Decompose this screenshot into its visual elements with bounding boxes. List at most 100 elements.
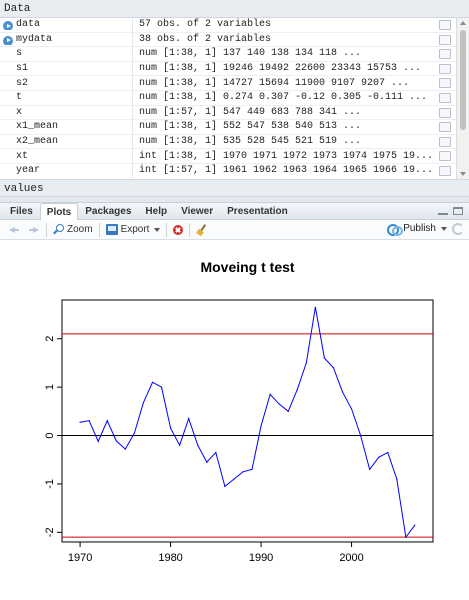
- variable-value: num [1:38, 1] 19246 19492 22600 23343 15…: [132, 61, 432, 76]
- environment-row[interactable]: mydata 38 obs. of 2 variables: [0, 32, 469, 48]
- x-tick-label: 1990: [249, 552, 273, 564]
- data-point: [260, 425, 262, 427]
- data-point: [88, 420, 90, 422]
- tab-packages[interactable]: Packages: [78, 202, 138, 219]
- variable-value: 38 obs. of 2 variables: [132, 32, 432, 47]
- data-point: [378, 456, 380, 458]
- variable-name-text: x1_mean: [16, 121, 59, 133]
- clear-plots-button[interactable]: [192, 224, 212, 236]
- scroll-down-icon[interactable]: [460, 172, 466, 176]
- data-point: [151, 381, 154, 383]
- scroll-up-icon[interactable]: [460, 21, 466, 25]
- chevron-down-icon: [441, 226, 447, 231]
- data-point: [414, 524, 416, 526]
- export-button[interactable]: Export: [102, 224, 165, 235]
- zoom-button[interactable]: Zoom: [49, 224, 97, 235]
- data-point: [142, 402, 145, 404]
- variable-name: data: [0, 19, 132, 31]
- data-point: [169, 427, 172, 429]
- window-controls: [438, 207, 463, 215]
- refresh-icon[interactable]: [452, 223, 464, 235]
- maximize-icon[interactable]: [453, 207, 463, 215]
- variable-value: 57 obs. of 2 variables: [132, 18, 432, 32]
- data-point: [341, 391, 344, 393]
- environment-row[interactable]: x1_mean num [1:38, 1] 552 547 538 540 513…: [0, 120, 469, 135]
- remove-plot-button[interactable]: [169, 224, 187, 235]
- variable-name: s: [0, 48, 132, 59]
- environment-row[interactable]: x2_mean num [1:38, 1] 535 528 545 521 519…: [0, 134, 469, 150]
- data-point: [269, 393, 271, 395]
- view-table-icon[interactable]: [439, 136, 451, 147]
- minimize-icon[interactable]: [438, 207, 448, 215]
- environment-pane: Data data 57 obs. of 2 variables mydata 38 …: [0, 0, 469, 197]
- variable-name: year: [0, 165, 132, 176]
- publish-button[interactable]: Publish: [387, 223, 447, 236]
- toolbar-divider: [166, 222, 168, 237]
- environment-row[interactable]: s1 num [1:38, 1] 19246 19492 22600 23343 …: [0, 61, 469, 77]
- y-tick-label: -2: [44, 527, 56, 537]
- back-button[interactable]: [4, 224, 24, 236]
- data-point: [179, 444, 181, 446]
- view-table-icon[interactable]: [439, 122, 451, 133]
- variable-name: mydata: [0, 34, 132, 45]
- broom-icon: [196, 224, 208, 236]
- environment-row[interactable]: t num [1:38, 1] 0.274 0.307 -0.12 0.305 -…: [0, 90, 469, 106]
- expand-icon[interactable]: [3, 21, 13, 31]
- data-point: [160, 386, 163, 388]
- view-table-icon[interactable]: [439, 20, 451, 30]
- environment-row[interactable]: year int [1:57, 1] 1961 1962 1963 1964 19…: [0, 163, 469, 178]
- environment-row[interactable]: s2 num [1:38, 1] 14727 15694 11900 9107 9…: [0, 76, 469, 91]
- publish-icon: [387, 223, 404, 236]
- environment-scrollbar[interactable]: [456, 18, 469, 179]
- variable-name-text: s1: [16, 63, 29, 75]
- data-point: [405, 536, 407, 538]
- data-point: [305, 362, 307, 364]
- environment-row[interactable]: s num [1:38, 1] 137 140 138 134 118 ...: [0, 47, 469, 62]
- variable-name: x1_mean: [0, 121, 132, 132]
- tab-presentation[interactable]: Presentation: [220, 202, 295, 219]
- data-point: [188, 417, 190, 420]
- variable-value: num [1:38, 1] 0.274 0.307 -0.12 0.305 -0…: [132, 90, 432, 105]
- environment-row[interactable]: x num [1:57, 1] 547 449 683 788 341 ...: [0, 105, 469, 121]
- zoom-label: Zoom: [67, 224, 93, 235]
- toolbar-divider: [46, 222, 47, 237]
- tab-viewer[interactable]: Viewer: [174, 202, 220, 219]
- t-test-chart: Moveing t test -2 -1 0 1 2 1970 1980 1990 2000: [44, 259, 434, 564]
- variable-name: s2: [0, 78, 132, 89]
- expand-icon[interactable]: [3, 35, 13, 45]
- view-table-icon[interactable]: [439, 151, 451, 162]
- y-tick-label: 2: [44, 336, 56, 342]
- view-table-icon[interactable]: [439, 78, 451, 89]
- y-tick-label: 1: [44, 384, 56, 390]
- export-label: Export: [120, 224, 150, 235]
- data-point: [233, 478, 235, 480]
- tab-files[interactable]: Files: [3, 202, 40, 219]
- view-table-icon[interactable]: [439, 49, 451, 60]
- data-point: [387, 451, 389, 454]
- view-table-icon[interactable]: [439, 165, 451, 176]
- tab-plots[interactable]: Plots: [39, 203, 79, 220]
- tab-help[interactable]: Help: [138, 202, 174, 219]
- plots-toolbar: Zoom Export Publish: [0, 220, 469, 240]
- forward-button[interactable]: [24, 224, 44, 236]
- data-point: [278, 403, 280, 405]
- data-point: [206, 461, 208, 463]
- variable-name-text: s: [16, 48, 23, 60]
- environment-row[interactable]: xt int [1:38, 1] 1970 1971 1972 1973 1974…: [0, 149, 469, 164]
- environment-row[interactable]: data 57 obs. of 2 variables: [0, 18, 469, 33]
- environment-list: data 57 obs. of 2 variables mydata 38 obs. …: [0, 18, 469, 178]
- data-point: [215, 451, 217, 454]
- variable-value: num [1:57, 1] 547 449 683 788 341 ...: [132, 105, 432, 120]
- scroll-thumb[interactable]: [460, 30, 466, 130]
- view-table-icon[interactable]: [439, 92, 451, 103]
- y-tick-label: -1: [44, 479, 56, 489]
- view-table-icon[interactable]: [439, 63, 451, 74]
- arrow-right-icon: [28, 224, 40, 236]
- view-table-icon[interactable]: [439, 107, 451, 118]
- series-line: [80, 307, 416, 539]
- data-point: [224, 485, 226, 487]
- variable-value: num [1:38, 1] 552 547 538 540 513 ...: [132, 120, 432, 134]
- data-point: [251, 468, 253, 470]
- view-table-icon[interactable]: [439, 34, 451, 45]
- pane-tabbar: Files Plots Packages Help Viewer Presentation: [0, 203, 469, 220]
